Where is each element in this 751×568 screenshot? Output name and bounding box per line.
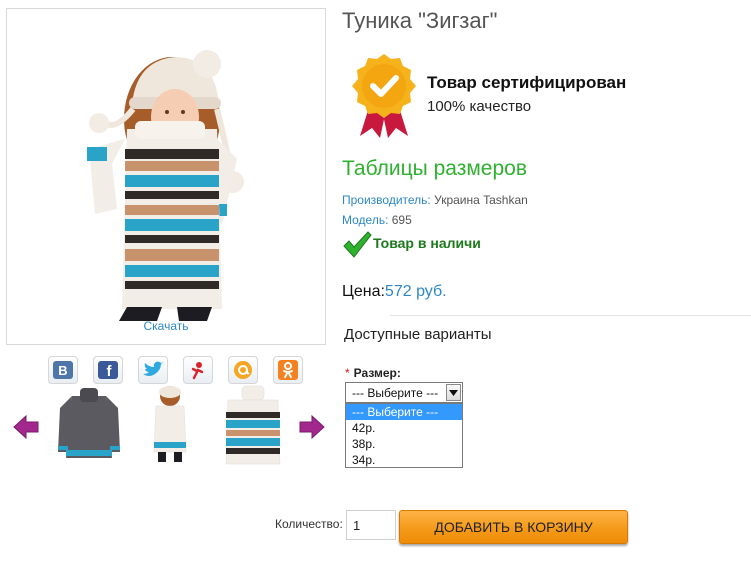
arrow-right-icon[interactable] (298, 413, 326, 441)
size-option[interactable]: 34р. (346, 452, 462, 468)
size-table-link[interactable]: Таблицы размеров (342, 157, 527, 181)
price-row: Цена:572 руб. (342, 283, 447, 301)
size-select-value: --- Выберите --- (352, 386, 439, 400)
facebook-share-button[interactable]: f (93, 356, 123, 384)
size-label-text: Размер: (353, 366, 401, 380)
mailru-share-button[interactable] (228, 356, 258, 384)
variants-title: Доступные варианты (344, 326, 492, 343)
manufacturer-value: Украина Tashkan (434, 193, 528, 207)
certified-title: Товар сертифицирован (427, 73, 627, 92)
size-option[interactable]: 38р. (346, 436, 462, 452)
price-label: Цена: (342, 283, 385, 300)
arrow-left-icon[interactable] (12, 413, 40, 441)
checkmark-icon (343, 231, 372, 258)
size-select[interactable]: --- Выберите --- (345, 382, 463, 403)
vk-share-button[interactable]: B (48, 356, 78, 384)
required-mark: * (345, 366, 350, 380)
svg-text:B: B (58, 363, 67, 378)
odnoklassniki-share-button[interactable] (273, 356, 303, 384)
thumbnail-2[interactable] (132, 382, 210, 466)
model-row: Модель: 695 (342, 213, 412, 227)
main-product-image[interactable] (6, 8, 326, 345)
product-title: Туника "Зигзаг" (342, 8, 498, 33)
dropdown-toggle[interactable] (446, 384, 461, 401)
thumbnail-image (153, 386, 187, 462)
model-value: 695 (391, 213, 412, 227)
thumbnail-image (58, 388, 120, 458)
manufacturer-row: Производитель: Украина Tashkan (342, 193, 528, 207)
twitter-icon (143, 361, 164, 376)
odnoklassniki-icon (278, 360, 298, 380)
certified-subtitle: 100% качество (427, 98, 532, 115)
size-option[interactable]: 42р. (346, 420, 462, 436)
options-divider (390, 315, 751, 316)
certified-badge-icon (352, 54, 416, 138)
thumbnail-3[interactable] (214, 382, 292, 466)
facebook-icon: f (98, 361, 118, 379)
quantity-input[interactable] (346, 510, 396, 540)
manufacturer-label[interactable]: Производитель: (342, 193, 431, 207)
model-photo (87, 50, 244, 321)
download-link[interactable]: Скачать (6, 319, 326, 333)
odnoklassniki-alt-share-button[interactable] (183, 356, 213, 384)
chevron-down-icon (449, 389, 458, 396)
quantity-label: Количество: (275, 517, 343, 531)
twitter-share-button[interactable] (138, 356, 168, 384)
odnoklassniki-alt-icon (191, 362, 204, 380)
size-label: * Размер: (345, 366, 401, 380)
size-option[interactable]: --- Выберите --- (346, 404, 462, 420)
mailru-icon (234, 361, 252, 379)
thumbnail-image (225, 385, 281, 465)
size-dropdown-list: --- Выберите --- 42р. 38р. 34р. (345, 403, 463, 468)
stock-status: Товар в наличи (373, 235, 481, 251)
thumbnail-1[interactable] (50, 382, 128, 466)
vk-icon: B (53, 361, 73, 379)
add-to-cart-button[interactable]: ДОБАВИТЬ В КОРЗИНУ (399, 510, 628, 544)
price-value: 572 руб. (384, 283, 447, 300)
model-label: Модель: (342, 213, 389, 227)
